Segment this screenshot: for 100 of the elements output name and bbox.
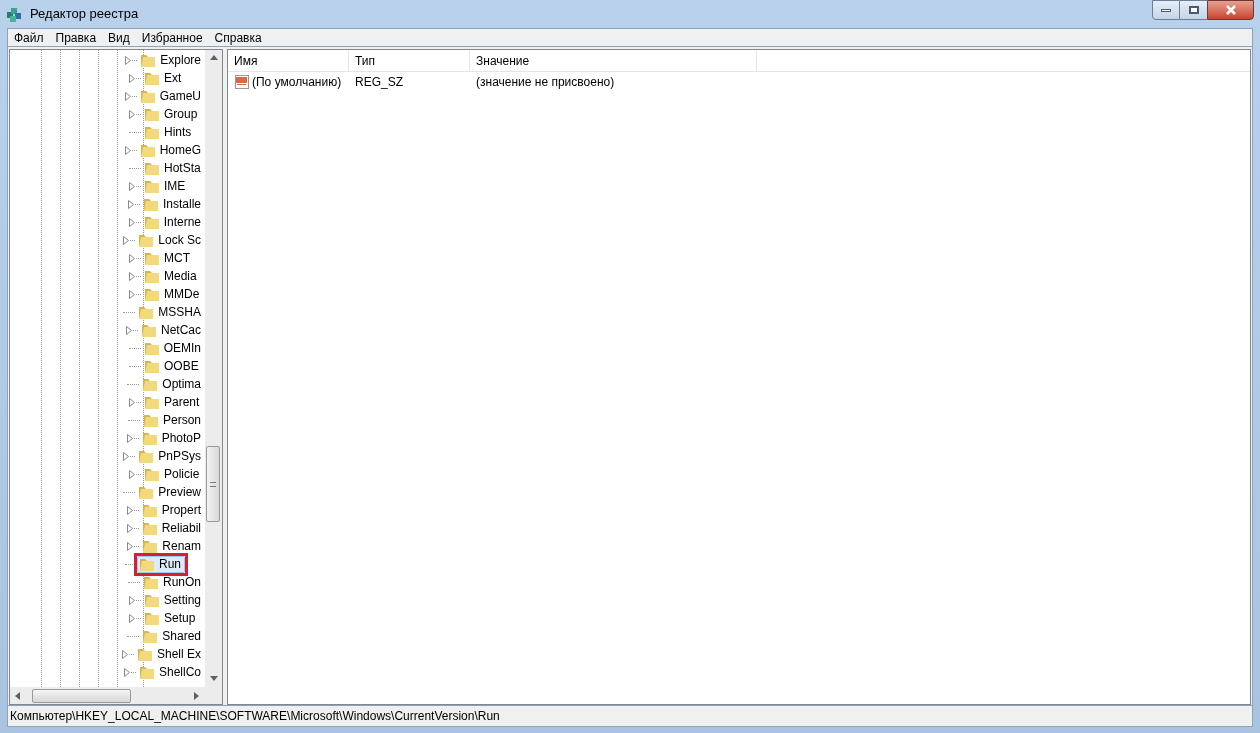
scroll-right-icon[interactable] <box>194 691 199 700</box>
tree-item[interactable]: Lock Sc <box>136 231 205 249</box>
folder-icon <box>142 376 159 392</box>
tree-item[interactable]: Person <box>140 411 205 429</box>
expand-arrow-icon[interactable] <box>129 181 135 191</box>
folder-icon <box>144 70 160 86</box>
folder-icon <box>144 106 160 122</box>
tree-item[interactable]: ShellCo <box>136 663 205 681</box>
column-header[interactable]: Тип <box>349 50 470 72</box>
tree-item[interactable]: Reliabil <box>139 519 205 537</box>
tree-item[interactable]: Run <box>137 555 185 573</box>
expand-arrow-icon[interactable] <box>123 451 130 461</box>
folder-icon <box>140 52 157 68</box>
tree-item[interactable]: Optima <box>140 375 205 393</box>
folder-icon <box>143 592 160 608</box>
column-header[interactable]: Имя <box>228 50 349 72</box>
tree-item[interactable]: Shared <box>140 627 205 645</box>
tree-item[interactable]: HotSta <box>142 159 205 177</box>
registry-app-icon <box>6 5 24 23</box>
tree-item[interactable]: Policie <box>142 465 204 483</box>
folder-icon <box>136 646 153 662</box>
expand-arrow-icon[interactable] <box>129 397 135 407</box>
minimize-button[interactable] <box>1152 0 1180 20</box>
expand-arrow-icon[interactable] <box>125 55 132 65</box>
tree-item[interactable]: HomeG <box>137 141 205 159</box>
menu-item[interactable]: Правка <box>49 28 103 47</box>
tree-item[interactable]: MSSHA <box>136 303 205 321</box>
folder-icon <box>141 520 158 536</box>
expand-arrow-icon[interactable] <box>129 271 135 281</box>
tree-item[interactable]: Setup <box>142 609 200 627</box>
expand-arrow-icon[interactable] <box>124 91 131 101</box>
expand-arrow-icon[interactable] <box>129 109 135 119</box>
expand-arrow-icon[interactable] <box>128 217 135 227</box>
tree-item[interactable]: Ext <box>142 69 186 87</box>
folder-icon <box>138 484 155 500</box>
tree-item[interactable]: GameU <box>137 87 205 105</box>
tree-item[interactable]: OEMIn <box>141 339 205 357</box>
tree-item[interactable]: RunOn <box>140 573 205 591</box>
tree-item[interactable]: MCT <box>142 249 194 267</box>
folder-icon <box>143 214 160 230</box>
expand-arrow-icon[interactable] <box>126 505 133 515</box>
expand-arrow-icon[interactable] <box>126 433 133 443</box>
expand-arrow-icon[interactable] <box>128 595 135 605</box>
folder-icon <box>144 124 160 140</box>
tree-item[interactable]: Explore <box>138 51 205 69</box>
scroll-left-icon[interactable] <box>15 691 20 700</box>
folder-icon <box>138 664 155 680</box>
tree-item[interactable]: Interne <box>141 213 205 231</box>
tree-item[interactable]: Parent <box>142 393 204 411</box>
folder-icon <box>141 502 158 518</box>
expand-arrow-icon[interactable] <box>121 649 128 659</box>
expand-arrow-icon[interactable] <box>129 613 135 623</box>
tree-item[interactable]: Media <box>142 267 201 285</box>
string-value-icon <box>234 74 250 90</box>
menu-item[interactable]: Справка <box>208 28 268 47</box>
tree-item[interactable]: Propert <box>139 501 205 519</box>
tree-item[interactable]: NetCac <box>139 321 205 339</box>
horizontal-scrollbar[interactable] <box>10 687 222 704</box>
folder-icon <box>141 322 157 338</box>
expand-arrow-icon[interactable] <box>126 523 133 533</box>
expand-arrow-icon[interactable] <box>129 253 135 263</box>
tree-item[interactable]: Setting <box>141 591 205 609</box>
scrollbar-thumb[interactable] <box>32 688 131 703</box>
folder-icon <box>144 610 160 626</box>
folder-icon <box>144 160 160 176</box>
scrollbar-thumb[interactable] <box>206 446 220 522</box>
expand-arrow-icon[interactable] <box>126 325 132 335</box>
tree-item[interactable]: Group <box>142 105 202 123</box>
column-header[interactable]: Значение <box>470 50 757 72</box>
expand-arrow-icon[interactable] <box>127 199 134 209</box>
table-cell-text: REG_SZ <box>355 74 403 91</box>
tree-item[interactable]: OOBE <box>142 357 203 375</box>
vertical-scrollbar[interactable] <box>205 50 222 687</box>
expand-arrow-icon[interactable] <box>124 145 131 155</box>
folder-icon <box>144 286 160 302</box>
folder-icon <box>144 394 160 410</box>
expand-arrow-icon[interactable] <box>123 235 130 245</box>
folder-icon <box>138 232 155 248</box>
tree-item[interactable]: Shell Ex <box>134 645 205 663</box>
menu-item[interactable]: Избранное <box>135 28 209 47</box>
expand-arrow-icon[interactable] <box>123 667 130 677</box>
tree-item[interactable]: MMDe <box>142 285 204 303</box>
tree-item[interactable]: PhotoP <box>139 429 205 447</box>
tree-item[interactable]: Installe <box>140 195 205 213</box>
menu-item[interactable]: Файл <box>8 28 50 47</box>
scroll-down-icon[interactable] <box>209 676 218 681</box>
tree-item[interactable]: Renam <box>140 537 205 555</box>
tree-item[interactable]: Preview <box>136 483 205 501</box>
close-button[interactable] <box>1207 0 1254 20</box>
expand-arrow-icon[interactable] <box>129 73 135 83</box>
tree-item[interactable]: PnPSys <box>136 447 205 465</box>
expand-arrow-icon[interactable] <box>129 469 135 479</box>
folder-icon <box>143 340 160 356</box>
menu-item[interactable]: Вид <box>102 28 136 47</box>
scroll-up-icon[interactable] <box>209 55 218 60</box>
expand-arrow-icon[interactable] <box>129 289 135 299</box>
expand-arrow-icon[interactable] <box>127 541 134 551</box>
maximize-button[interactable] <box>1180 0 1207 20</box>
tree-item[interactable]: IME <box>142 177 190 195</box>
tree-item[interactable]: Hints <box>142 123 196 141</box>
